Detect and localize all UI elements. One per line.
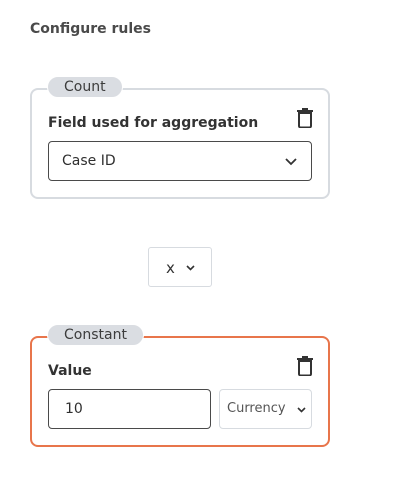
chevron-down-icon bbox=[297, 407, 306, 413]
aggregation-field-value: Case ID bbox=[62, 153, 116, 169]
constant-value-text: 10 bbox=[65, 401, 83, 417]
count-rule-tag: Count bbox=[47, 76, 123, 98]
trash-icon bbox=[297, 356, 313, 377]
chevron-down-icon bbox=[186, 265, 195, 271]
chevron-down-icon bbox=[285, 158, 297, 166]
value-label: Value bbox=[48, 363, 92, 379]
aggregation-field-label: Field used for aggregation bbox=[48, 115, 259, 131]
delete-constant-rule-button[interactable] bbox=[296, 356, 314, 377]
delete-count-rule-button[interactable] bbox=[296, 108, 314, 129]
rules-panel: Configure rules Count Field used for agg… bbox=[0, 0, 413, 489]
aggregation-field-select[interactable]: Case ID bbox=[48, 141, 312, 181]
trash-icon bbox=[297, 108, 313, 129]
page-title: Configure rules bbox=[30, 21, 151, 37]
operator-value: x bbox=[166, 259, 175, 277]
constant-value-input[interactable]: 10 bbox=[48, 389, 211, 429]
operator-select[interactable]: x bbox=[148, 247, 212, 287]
unit-select-value: Currency bbox=[227, 401, 286, 416]
unit-select[interactable]: Currency bbox=[219, 389, 312, 429]
constant-rule-tag: Constant bbox=[47, 324, 144, 346]
